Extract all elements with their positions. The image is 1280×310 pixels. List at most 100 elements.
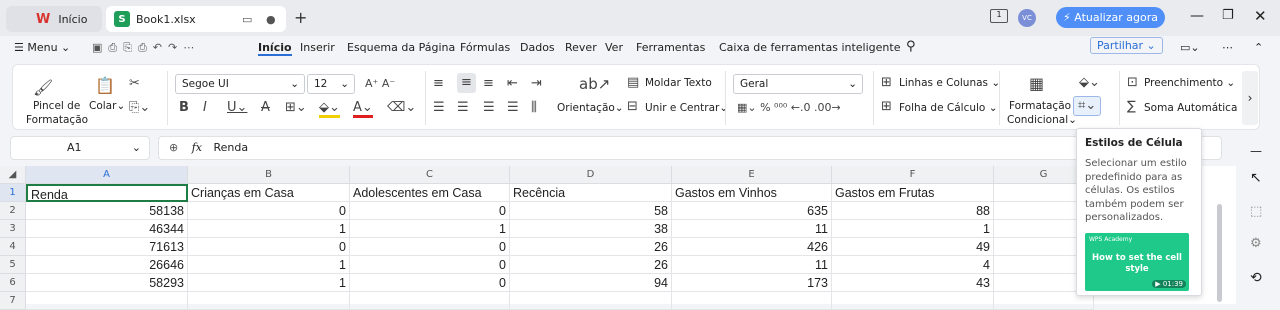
cell-b2[interactable]: 0 [188, 202, 350, 220]
underline-icon[interactable]: U⌄ [227, 101, 247, 115]
minimize-icon[interactable]: — [1190, 8, 1204, 24]
cell-f5[interactable]: 4 [832, 256, 994, 274]
cut-icon[interactable]: ✂ [129, 77, 140, 91]
cell-c1[interactable]: Adolescentes em Casa [350, 184, 510, 202]
row-header-3[interactable]: 3 [0, 220, 26, 238]
cell-a3[interactable]: 46344 [26, 220, 188, 238]
menu-rever[interactable]: Rever [565, 41, 597, 54]
upgrade-button[interactable]: ⚡ Atualizar agora [1056, 7, 1165, 28]
more-icon[interactable]: ⋯ [1222, 41, 1233, 54]
sheet-icon[interactable]: ⊞ [881, 100, 892, 114]
cell-e5[interactable]: 11 [672, 256, 832, 274]
conditional-format-icon[interactable]: ▦ [1029, 76, 1044, 92]
menu-formulas[interactable]: Fórmulas [460, 41, 510, 54]
orientation-button[interactable]: Orientação⌄ [557, 102, 624, 114]
column-header-c[interactable]: C [350, 166, 510, 184]
clear-icon[interactable]: ⌫⌄ [387, 101, 416, 115]
vertical-scrollbar[interactable] [1214, 182, 1224, 302]
row-header-7[interactable]: 7 [0, 292, 26, 310]
align-bottom-icon[interactable]: ≡ [483, 77, 494, 91]
indent-increase-icon[interactable]: ⇥ [531, 77, 542, 91]
cell-e3[interactable]: 11 [672, 220, 832, 238]
rows-cols-icon[interactable]: ⊞ [881, 76, 892, 90]
menu-ver[interactable]: Ver [605, 41, 623, 54]
cell-f1[interactable]: Gastos em Frutas [832, 184, 994, 202]
column-header-a[interactable]: A [26, 166, 188, 184]
number-format-select[interactable]: Geral ⌄ [733, 74, 863, 94]
fill-button[interactable]: Preenchimento ⌄ [1144, 77, 1235, 89]
column-header-b[interactable]: B [188, 166, 350, 184]
cell-c5[interactable]: 0 [350, 256, 510, 274]
cell-b7[interactable] [188, 292, 350, 310]
cell-f7[interactable] [832, 292, 994, 310]
font-color-icon[interactable]: A⌄ [353, 101, 373, 118]
font-size-select[interactable]: 12 ⌄ [307, 74, 355, 94]
indent-decrease-icon[interactable]: ⇤ [507, 77, 518, 91]
format-painter-icon[interactable]: 🖌 [33, 80, 53, 96]
paste-format-label2[interactable]: Formatação [26, 114, 88, 126]
cell-d3[interactable]: 38 [510, 220, 672, 238]
shape-icon[interactable]: ⬚ [1250, 204, 1262, 219]
avatar[interactable]: VC [1018, 9, 1036, 27]
cell-c2[interactable]: 0 [350, 202, 510, 220]
currency-icon[interactable]: ▦⌄ % ⁰⁰⁰ ←.0 .00→ [737, 101, 841, 115]
cell-d7[interactable] [510, 292, 672, 310]
adjust-icon[interactable]: ⚙ [1250, 236, 1262, 251]
quick-access-icons[interactable]: ▣⎙⎘⎙↶↷⋯ [92, 41, 200, 55]
share-button[interactable]: Partilhar ⌄ [1090, 37, 1163, 54]
cell-a5[interactable]: 26646 [26, 256, 188, 274]
font-family-select[interactable]: Segoe UI ⌄ [175, 74, 305, 94]
select-cursor-icon[interactable]: ↖ [1250, 170, 1262, 186]
cell-c6[interactable]: 0 [350, 274, 510, 292]
tutorial-video-thumbnail[interactable]: WPS Academy How to set the cell style ▶ … [1085, 232, 1189, 291]
justify-icon[interactable]: ☰ [507, 101, 519, 115]
align-middle-icon[interactable]: ≡ [457, 73, 476, 93]
formula-value[interactable]: Renda [214, 141, 249, 154]
cell-f2[interactable]: 88 [832, 202, 994, 220]
cell-d2[interactable]: 58 [510, 202, 672, 220]
orientation-icon[interactable]: ab↗ [579, 77, 610, 92]
new-tab-button[interactable]: + [294, 8, 307, 27]
merge-icon[interactable]: ⊟ [627, 100, 638, 114]
cell-b1[interactable]: Crianças em Casa [188, 184, 350, 202]
cell-a1[interactable]: Renda [26, 184, 188, 202]
restore-icon[interactable]: ❐ [1222, 8, 1234, 23]
menu-ferramentas[interactable]: Ferramentas [636, 41, 705, 54]
rows-cols-button[interactable]: Linhas e Colunas ⌄ [899, 77, 1000, 89]
column-header-e[interactable]: E [672, 166, 832, 184]
name-box[interactable]: A1 ⌄ [10, 136, 150, 160]
cell-d1[interactable]: Recência [510, 184, 672, 202]
column-header-d[interactable]: D [510, 166, 672, 184]
paste-format-label1[interactable]: Pincel de [33, 100, 80, 112]
fill-color-icon[interactable]: ⬙⌄ [319, 101, 340, 118]
cell-f6[interactable]: 43 [832, 274, 994, 292]
cell-style-icon[interactable]: ⌗⌄ [1073, 96, 1102, 116]
cell-c4[interactable]: 0 [350, 238, 510, 256]
fill-icon[interactable]: ⊡ [1127, 76, 1138, 90]
border-icon[interactable]: ⊞⌄ [285, 101, 307, 115]
cell-b6[interactable]: 1 [188, 274, 350, 292]
ribbon-scroll-button[interactable]: › [1242, 71, 1258, 125]
cell-e7[interactable] [672, 292, 832, 310]
table-style-icon[interactable]: ⬙⌄ [1079, 76, 1100, 90]
formula-input[interactable]: ⊕ fx Renda [158, 136, 1222, 160]
select-all-corner[interactable]: ◢ [0, 166, 26, 184]
wrap-text-icon[interactable]: ▤ [627, 76, 639, 90]
align-right-icon[interactable]: ☰ [483, 101, 495, 115]
cell-c7[interactable] [350, 292, 510, 310]
cell-a4[interactable]: 71613 [26, 238, 188, 256]
column-header-f[interactable]: F [832, 166, 994, 184]
zoom-icon[interactable]: ⊕ [169, 141, 178, 154]
italic-icon[interactable]: I [203, 101, 207, 115]
wrap-text-button[interactable]: Moldar Texto [645, 77, 712, 89]
menu-caixa[interactable]: Caixa de ferramentas inteligente [719, 41, 900, 54]
cell-e4[interactable]: 426 [672, 238, 832, 256]
cell-e1[interactable]: Gastos em Vinhos [672, 184, 832, 202]
history-icon[interactable]: ⟲ [1250, 270, 1262, 286]
strikethrough-icon[interactable]: A [261, 101, 270, 115]
cell-a7[interactable] [26, 292, 188, 310]
cell-c3[interactable]: 1 [350, 220, 510, 238]
menu-inserir[interactable]: Inserir [300, 41, 335, 54]
tab-book[interactable]: S Book1.xlsx ▭ ● [106, 6, 286, 32]
search-icon[interactable]: ⚲ [906, 39, 916, 54]
